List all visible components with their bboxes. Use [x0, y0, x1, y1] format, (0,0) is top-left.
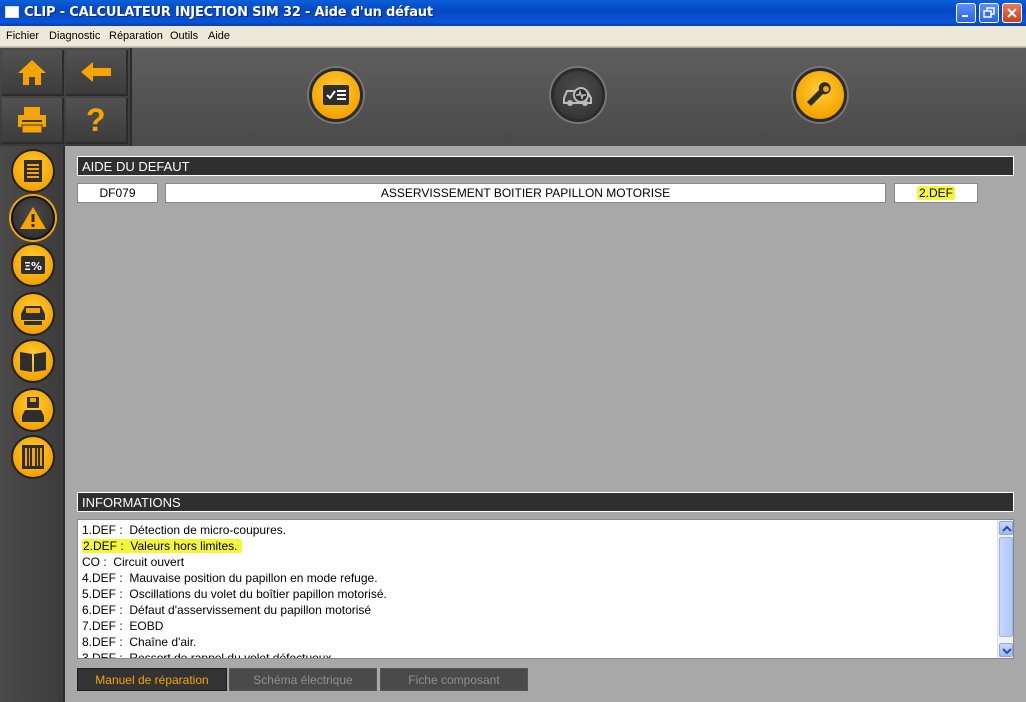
app-icon: [5, 6, 19, 18]
sidebar-faults-button[interactable]: [11, 196, 55, 240]
window-title: CLIP - CALCULATEUR INJECTION SIM 32 - Ai…: [24, 5, 433, 20]
chevron-down-icon: [1002, 648, 1012, 655]
parameters-percent-icon: Ξ%: [21, 256, 45, 274]
fault-help-header: AIDE DU DEFAUT: [77, 156, 1014, 176]
informations-header: INFORMATIONS: [77, 492, 1014, 512]
document-list-icon: [24, 160, 42, 182]
printer-icon: [18, 107, 46, 134]
menu-bar: Fichier Diagnostic Réparation Outils Aid…: [0, 26, 1026, 47]
restore-icon: [983, 7, 995, 18]
menu-fichier[interactable]: Fichier: [6, 30, 39, 42]
list-item: 3.DEF : Ressort de rappel du volet défec…: [82, 651, 332, 659]
list-item: 1.DEF : Détection de micro-coupures.: [82, 523, 287, 537]
warning-icon: [20, 207, 46, 229]
scroll-thumb[interactable]: [999, 537, 1013, 637]
sidebar-manual-button[interactable]: [11, 339, 55, 383]
scroll-down-button[interactable]: [999, 643, 1013, 657]
fault-status-field: 2.DEF: [894, 183, 978, 203]
close-button[interactable]: [1002, 3, 1022, 23]
vehicle-config-icon: [21, 306, 45, 325]
menu-outils[interactable]: Outils: [170, 30, 198, 42]
repair-manual-button[interactable]: Manuel de réparation: [77, 668, 227, 691]
list-item: 8.DEF : Chaîne d'air.: [82, 635, 197, 649]
component-sheet-button[interactable]: Fiche composant: [380, 668, 528, 691]
sidebar-vehicle-save-button[interactable]: [11, 388, 55, 432]
menu-aide[interactable]: Aide: [208, 30, 230, 42]
svg-text:Ξ%: Ξ%: [24, 260, 42, 273]
checklist-button[interactable]: [309, 68, 363, 122]
menu-reparation[interactable]: Réparation: [109, 30, 163, 42]
barcode-icon: [22, 445, 44, 469]
menu-diagnostic[interactable]: Diagnostic: [49, 30, 100, 42]
list-item: 4.DEF : Mauvaise position du papillon en…: [82, 571, 378, 585]
scroll-up-button[interactable]: [999, 521, 1013, 535]
toolbar-panel: [130, 48, 1026, 146]
list-item: 7.DEF : EOBD: [82, 619, 164, 633]
restore-button[interactable]: [979, 3, 999, 23]
print-button[interactable]: [2, 98, 64, 144]
fault-description-field: ASSERVISSEMENT BOITIER PAPILLON MOTORISE: [165, 183, 886, 203]
fault-status-value: 2.DEF: [916, 186, 955, 200]
sidebar-barcode-button[interactable]: [11, 435, 55, 479]
sidebar-vehicle-config-button[interactable]: [11, 292, 55, 336]
list-item-highlighted: 2.DEF : Valeurs hors limites.: [82, 539, 242, 553]
close-icon: [1007, 8, 1017, 18]
repair-tools-button[interactable]: [793, 68, 847, 122]
sidebar-document-list-button[interactable]: [11, 149, 55, 193]
list-item: 5.DEF : Oscillations du volet du boîtier…: [82, 587, 387, 601]
left-sidebar: Ξ%: [0, 146, 65, 702]
back-button[interactable]: [66, 50, 128, 96]
main-toolbar: ?: [0, 48, 1026, 146]
vehicle-diagnostic-button[interactable]: [551, 68, 605, 122]
help-button[interactable]: ?: [66, 98, 128, 144]
list-item: CO : Circuit ouvert: [82, 555, 185, 569]
wrench-icon: [807, 82, 831, 106]
chevron-up-icon: [1002, 525, 1012, 532]
wiring-diagram-button[interactable]: Schéma électrique: [229, 668, 377, 691]
sidebar-parameters-button[interactable]: Ξ%: [11, 243, 55, 287]
help-icon: ?: [86, 102, 106, 138]
minimize-button[interactable]: [956, 3, 976, 23]
home-button[interactable]: [2, 50, 64, 96]
fault-code-field: DF079: [77, 183, 158, 203]
manual-book-icon: [20, 352, 46, 372]
informations-list[interactable]: 1.DEF : Détection de micro-coupures. 2.D…: [77, 519, 1014, 659]
vehicle-save-icon: [22, 397, 44, 422]
vehicle-diagnostic-icon: [563, 87, 592, 106]
minimize-icon: [962, 15, 968, 17]
checklist-icon: [323, 85, 349, 105]
informations-scrollbar[interactable]: [997, 520, 1013, 658]
list-item: 6.DEF : Défaut d'asservissement du papil…: [82, 603, 372, 617]
back-arrow-icon: [81, 62, 111, 82]
title-bar: CLIP - CALCULATEUR INJECTION SIM 32 - Ai…: [0, 0, 1026, 26]
home-icon: [18, 60, 46, 85]
